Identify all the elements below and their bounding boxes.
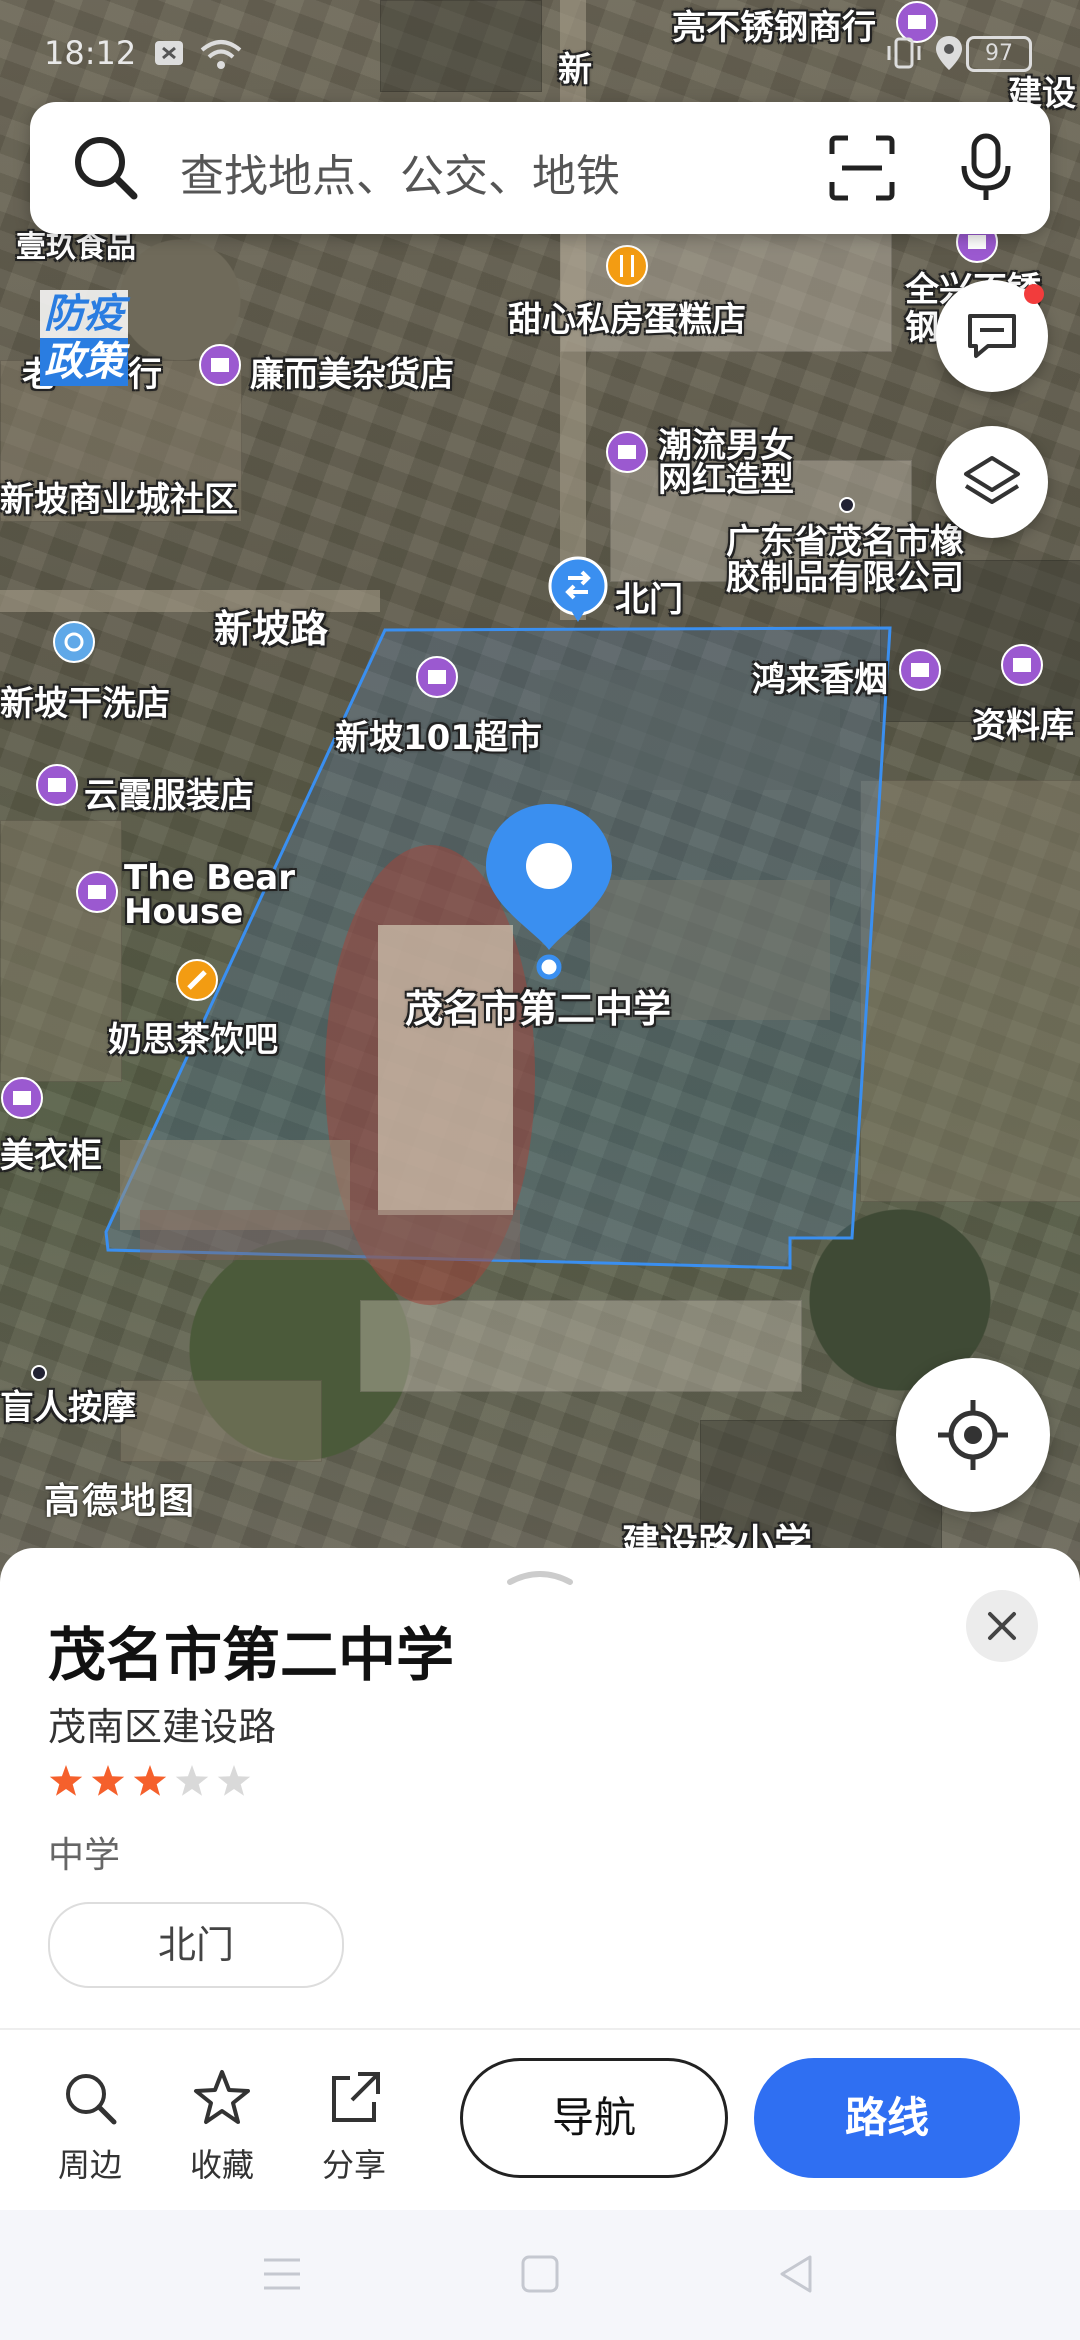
shop-icon[interactable] — [198, 343, 242, 387]
close-icon — [988, 1612, 1016, 1640]
scan-icon[interactable] — [826, 132, 898, 204]
navigate-button[interactable]: 导航 — [460, 2058, 728, 2178]
my-location-button[interactable] — [896, 1358, 1050, 1512]
shop-icon[interactable] — [0, 1076, 44, 1120]
map-label: 资料库 — [972, 706, 1074, 746]
layers-button[interactable] — [936, 426, 1048, 538]
share-button[interactable]: 分享 — [304, 2068, 404, 2186]
epidemic-policy-badge[interactable]: 防疫 政策 — [40, 290, 128, 386]
place-address: 茂南区建设路 — [48, 1705, 277, 1749]
favorite-button[interactable]: 收藏 — [172, 2068, 272, 2186]
map-label: 廉而美杂货店 — [250, 355, 454, 395]
map-label: 新坡干洗店 — [0, 684, 170, 724]
map-label: House — [124, 892, 244, 932]
map-watermark: 高德地图 — [44, 1481, 197, 1522]
message-button[interactable] — [936, 280, 1048, 392]
menu-icon[interactable] — [262, 2256, 302, 2292]
vibrate-icon — [887, 37, 921, 69]
place-category: 中学 — [48, 1835, 121, 1876]
map-label: 盲人按摩 — [0, 1388, 136, 1428]
nearby-label: 周边 — [57, 2146, 122, 2184]
nearby-button[interactable]: 周边 — [40, 2068, 140, 2186]
star-filled-icon — [49, 1765, 83, 1796]
battery-indicator: 97 — [966, 36, 1032, 72]
share-label: 分享 — [321, 2146, 386, 2184]
star-rating — [49, 1765, 251, 1796]
map-view[interactable]: 茂名市第二中学 亮不锈钢商行 新 建设 壹玖食品 甜心私房蛋糕店 全兴不锈 钢 … — [0, 0, 1080, 1590]
cafe-icon[interactable] — [175, 958, 219, 1002]
shop-icon[interactable] — [605, 430, 649, 474]
status-time: 18:12 — [44, 34, 137, 72]
restaurant-icon[interactable] — [605, 244, 649, 288]
place-name: 茂名市第二中学 — [48, 1621, 455, 1689]
microphone-icon[interactable] — [956, 132, 1016, 204]
map-label: 美衣柜 — [0, 1136, 102, 1176]
status-bar: 18:12 97 — [0, 0, 1080, 100]
search-icon — [75, 137, 138, 200]
share-icon — [332, 2072, 380, 2122]
map-label: 行 — [128, 355, 162, 395]
road-label: 新坡路 — [214, 607, 329, 651]
search-bar[interactable]: 查找地点、公交、地铁 — [30, 102, 1050, 234]
notification-icon — [155, 41, 183, 65]
layers-icon — [964, 456, 1020, 504]
search-icon — [66, 2074, 117, 2125]
shop-icon[interactable] — [898, 648, 942, 692]
shop-icon[interactable] — [75, 870, 119, 914]
favorite-label: 收藏 — [189, 2146, 254, 2184]
star-empty-icon — [175, 1765, 209, 1796]
poi-dot — [839, 497, 855, 513]
gate-chip[interactable]: 北门 — [48, 1902, 344, 1988]
map-label: 新坡商业城社区 — [0, 480, 238, 520]
gate-icon[interactable] — [548, 556, 608, 624]
star-filled-icon — [91, 1765, 125, 1796]
badge-line-2: 政策 — [40, 338, 128, 386]
home-icon[interactable] — [520, 2254, 560, 2294]
map-label: 胶制品有限公司 — [726, 558, 964, 598]
shop-icon[interactable] — [415, 655, 459, 699]
back-icon[interactable] — [776, 2254, 816, 2294]
map-label: 北门 — [615, 580, 683, 620]
map-label: 奶思茶饮吧 — [108, 1020, 278, 1060]
map-label: 钢 — [905, 308, 939, 348]
system-nav-bar — [0, 2210, 1080, 2340]
map-label: 鸿来香烟 — [752, 660, 888, 700]
selected-location-marker[interactable] — [482, 800, 616, 980]
close-button[interactable] — [966, 1590, 1038, 1662]
badge-line-1: 防疫 — [40, 290, 128, 338]
map-label: 新坡101超市 — [335, 718, 542, 758]
location-icon — [936, 36, 962, 70]
map-label: 甜心私房蛋糕店 — [508, 300, 746, 340]
map-label: 云霞服装店 — [84, 776, 254, 816]
sheet-drag-handle[interactable] — [504, 1564, 576, 1588]
message-icon — [968, 314, 1016, 358]
marker-label: 茂名市第二中学 — [405, 987, 672, 1031]
map-label: 网红造型 — [658, 460, 794, 500]
route-button[interactable]: 路线 — [754, 2058, 1020, 2178]
star-empty-icon — [217, 1765, 251, 1796]
star-icon — [194, 2070, 250, 2124]
locate-icon — [938, 1400, 1008, 1470]
wifi-icon — [200, 40, 242, 69]
shop-icon[interactable] — [1000, 643, 1044, 687]
star-filled-icon — [133, 1765, 167, 1796]
unread-dot — [1024, 284, 1044, 304]
divider — [0, 2028, 1080, 2030]
laundry-icon[interactable] — [52, 620, 96, 664]
shop-icon[interactable] — [35, 763, 79, 807]
search-input[interactable]: 查找地点、公交、地铁 — [180, 140, 620, 204]
